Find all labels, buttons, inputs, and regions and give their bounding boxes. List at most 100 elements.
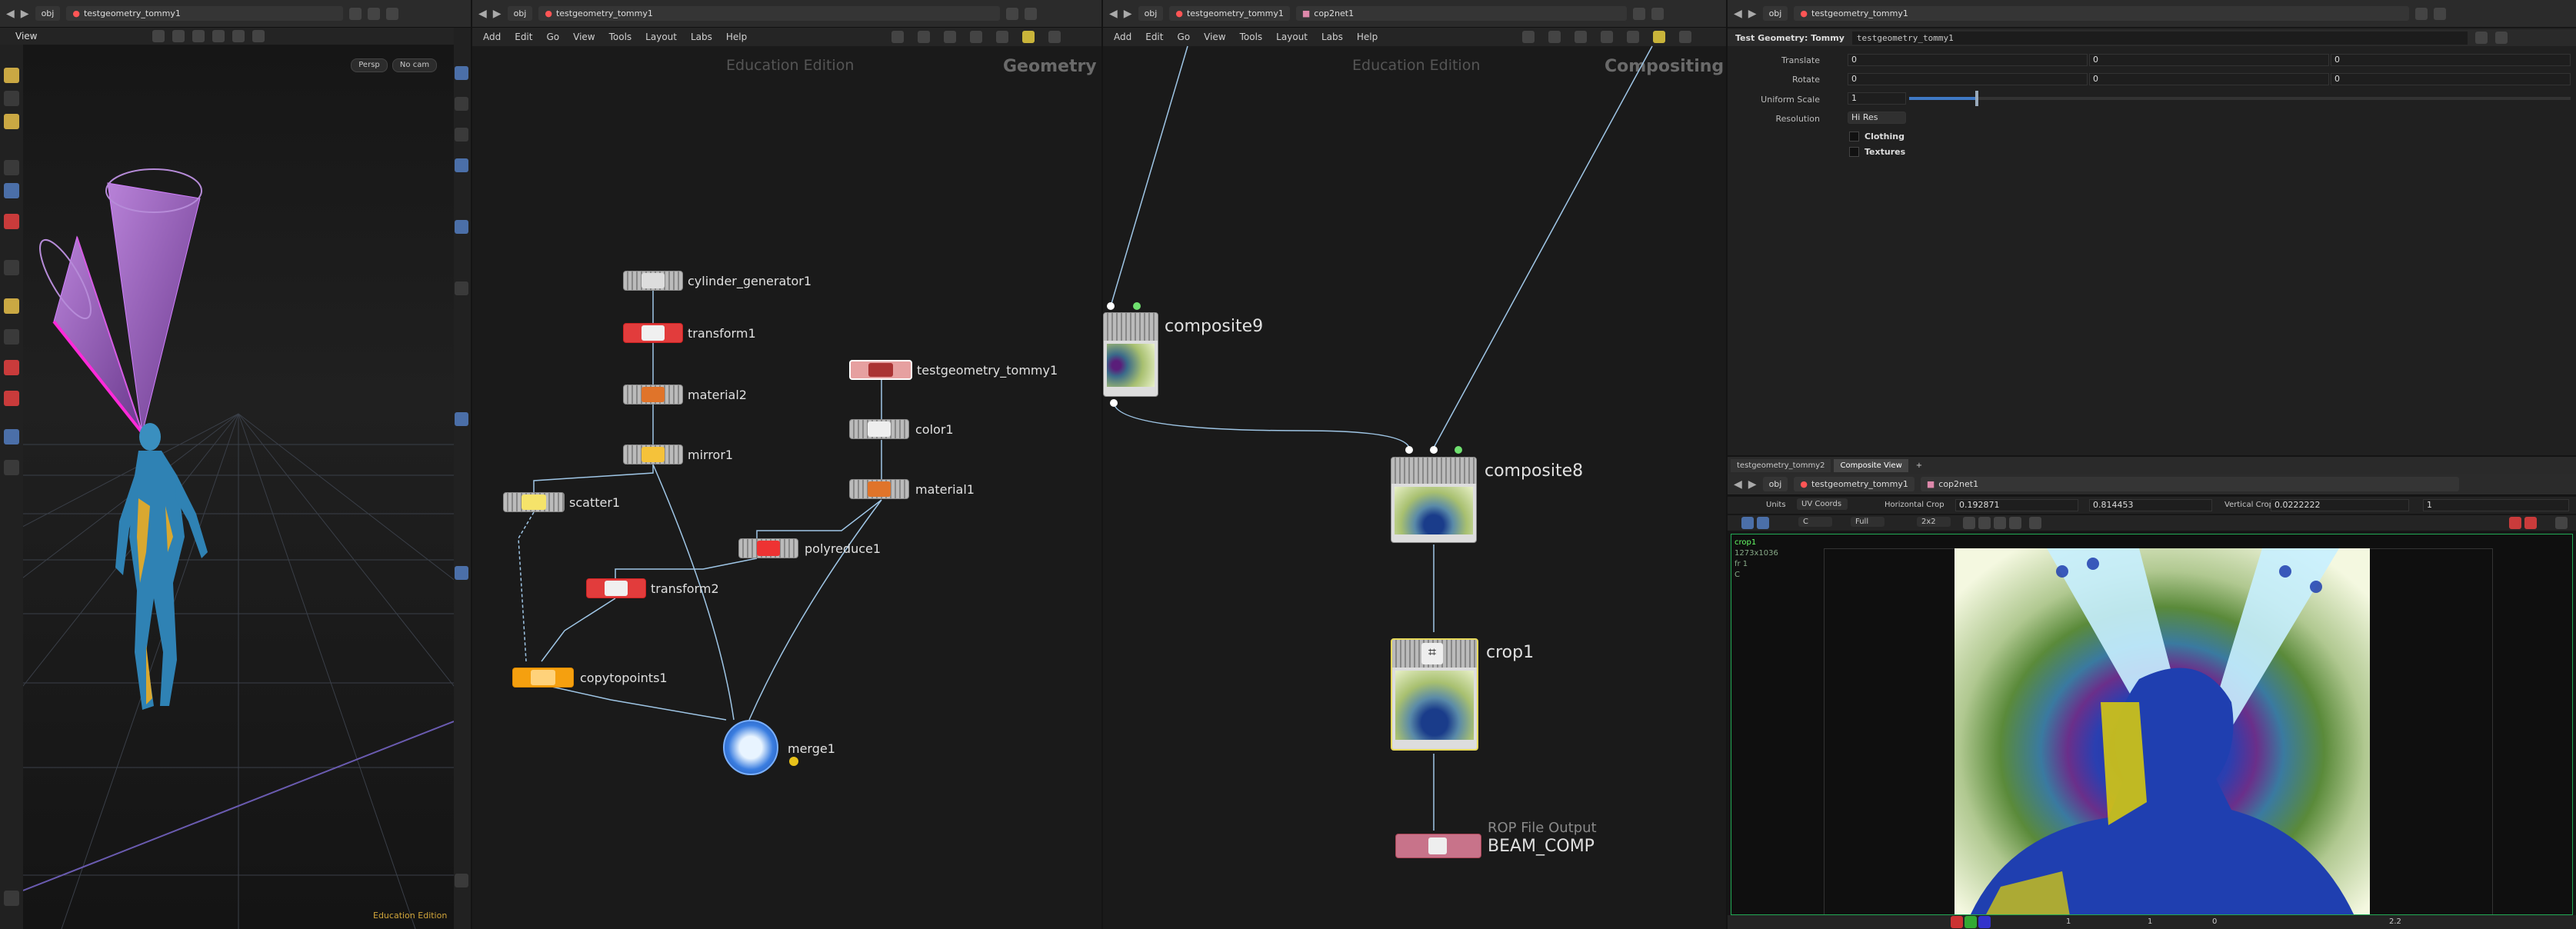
- uniform-scale-slider[interactable]: [1909, 91, 2571, 106]
- translate-x[interactable]: 0: [1848, 54, 2088, 66]
- path-root[interactable]: obj: [1762, 6, 1788, 21]
- back-arrow-icon[interactable]: ◀: [1734, 478, 1742, 491]
- magnet-tool-icon[interactable]: [4, 391, 19, 406]
- camera-tool-icon[interactable]: [4, 460, 19, 475]
- path-node[interactable]: ● testgeometry_tommy1: [1794, 477, 1915, 491]
- ratio-dropdown[interactable]: 2x2: [1917, 517, 1951, 527]
- hcrop-start[interactable]: 0.192871: [1955, 499, 2078, 511]
- textures-checkbox[interactable]: [1849, 147, 1859, 157]
- node-crop1[interactable]: ⌗: [1391, 638, 1478, 751]
- node-composite8[interactable]: [1391, 457, 1477, 543]
- link-icon[interactable]: [2434, 7, 2447, 20]
- layout-icon[interactable]: [386, 7, 399, 20]
- red-channel-icon[interactable]: [1951, 916, 1963, 928]
- back-arrow-icon[interactable]: ◀: [6, 8, 15, 20]
- home-icon[interactable]: [1994, 517, 2006, 529]
- display-icon[interactable]: [232, 30, 245, 42]
- path-net[interactable]: ■ cop2net1: [1920, 477, 2459, 491]
- move-tool-icon[interactable]: [4, 91, 19, 106]
- help-icon[interactable]: [2494, 32, 2508, 44]
- lock-icon[interactable]: [455, 97, 468, 111]
- select-tool-icon[interactable]: [4, 68, 19, 83]
- node-cylinder-generator1[interactable]: [623, 271, 683, 291]
- node-transform2[interactable]: [586, 578, 646, 598]
- pin-icon[interactable]: [2415, 7, 2428, 20]
- scale-slider-handle[interactable]: [1975, 91, 1978, 106]
- translate-y[interactable]: 0: [2089, 54, 2329, 66]
- handle-tool-icon[interactable]: [4, 183, 19, 198]
- node-color1[interactable]: [849, 419, 909, 439]
- full-dropdown[interactable]: Full: [1851, 517, 1885, 527]
- rotate-z[interactable]: 0: [2331, 73, 2571, 85]
- node-merge1[interactable]: [723, 720, 778, 775]
- zoom-in-icon[interactable]: [1963, 517, 1975, 529]
- blue-channel-icon[interactable]: [1978, 916, 1991, 928]
- node-mirror1[interactable]: [623, 445, 683, 464]
- magnet-icon[interactable]: [192, 30, 205, 42]
- add-tab-icon[interactable]: +: [1911, 461, 1927, 470]
- path-node[interactable]: ● testgeometry_tommy1: [66, 6, 344, 21]
- select-icon[interactable]: [172, 30, 185, 42]
- grid-icon[interactable]: [212, 30, 225, 42]
- brush-tool-icon[interactable]: [4, 298, 19, 314]
- color-wheel-icon[interactable]: [2509, 517, 2521, 529]
- tab-testgeometry-tommy2[interactable]: testgeometry_tommy2: [1731, 458, 1831, 472]
- help-icon[interactable]: [455, 874, 468, 887]
- gear-icon[interactable]: [2474, 32, 2488, 44]
- node-copytopoints1[interactable]: [512, 668, 574, 688]
- pin-icon[interactable]: [349, 7, 362, 20]
- rotate-y[interactable]: 0: [2089, 73, 2329, 85]
- info-tool-icon[interactable]: [4, 891, 19, 906]
- footer-value-1[interactable]: 1: [2066, 917, 2071, 926]
- back-arrow-icon[interactable]: ◀: [1734, 8, 1742, 20]
- compare-icon[interactable]: [1757, 517, 1769, 529]
- hcrop-end[interactable]: 0.814453: [2089, 499, 2212, 511]
- node-scatter1[interactable]: [503, 492, 565, 512]
- info-icon[interactable]: [2029, 517, 2041, 529]
- view-tool-icon[interactable]: [4, 260, 19, 275]
- display-icon[interactable]: [1741, 517, 1754, 529]
- forward-arrow-icon[interactable]: ▶: [21, 8, 29, 20]
- node-material1[interactable]: [849, 479, 909, 499]
- snap-icon[interactable]: [152, 30, 165, 42]
- path-root[interactable]: obj: [35, 6, 61, 21]
- node-composite9[interactable]: [1103, 312, 1158, 397]
- persp-dropdown[interactable]: Persp: [351, 58, 388, 72]
- resolution-dropdown[interactable]: Hi Res: [1848, 112, 1906, 124]
- camera-icon[interactable]: [252, 30, 265, 42]
- vis-icon[interactable]: [455, 220, 468, 234]
- footer-value-4[interactable]: 2.2: [2389, 917, 2401, 926]
- rotate-x[interactable]: 0: [1848, 73, 2088, 85]
- zoom-out-icon[interactable]: [1978, 517, 1991, 529]
- forward-arrow-icon[interactable]: ▶: [1748, 478, 1757, 491]
- rotate-tool-icon[interactable]: [4, 114, 19, 129]
- forward-arrow-icon[interactable]: ▶: [1748, 8, 1757, 20]
- bg-icon[interactable]: [455, 566, 468, 580]
- display-options-icon[interactable]: [455, 66, 468, 80]
- units-dropdown[interactable]: UV Coords: [1797, 498, 1848, 510]
- normals-icon[interactable]: [455, 412, 468, 426]
- settings-icon[interactable]: [2555, 517, 2568, 529]
- shade-icon[interactable]: [455, 158, 468, 172]
- footer-value-3[interactable]: 0: [2212, 917, 2217, 926]
- green-channel-icon[interactable]: [1964, 916, 1977, 928]
- node-name-field[interactable]: testgeometry_tommy1: [1851, 31, 2468, 45]
- tab-composite-view[interactable]: Composite View: [1834, 458, 1908, 472]
- node-transform1[interactable]: [623, 323, 683, 343]
- paint-tool-icon[interactable]: [4, 329, 19, 345]
- pose-tool-icon[interactable]: [4, 214, 19, 229]
- vcrop-start[interactable]: 0.0222222: [2271, 499, 2409, 511]
- channel-dropdown[interactable]: C: [1798, 517, 1832, 527]
- node-polyreduce1[interactable]: [738, 538, 798, 558]
- node-beam-comp[interactable]: [1395, 834, 1481, 858]
- scale-tool-icon[interactable]: [4, 160, 19, 175]
- orbit-tool-icon[interactable]: [4, 429, 19, 445]
- footer-value-2[interactable]: 1: [2148, 917, 2152, 926]
- node-material2[interactable]: [623, 385, 683, 405]
- merge-warning-icon[interactable]: [789, 757, 798, 766]
- clothing-checkbox[interactable]: [1849, 132, 1859, 142]
- light-tool-icon[interactable]: [4, 360, 19, 375]
- node-testgeometry-tommy1[interactable]: [849, 360, 912, 380]
- light-icon[interactable]: [455, 128, 468, 142]
- path-node[interactable]: ● testgeometry_tommy1: [1794, 6, 2410, 21]
